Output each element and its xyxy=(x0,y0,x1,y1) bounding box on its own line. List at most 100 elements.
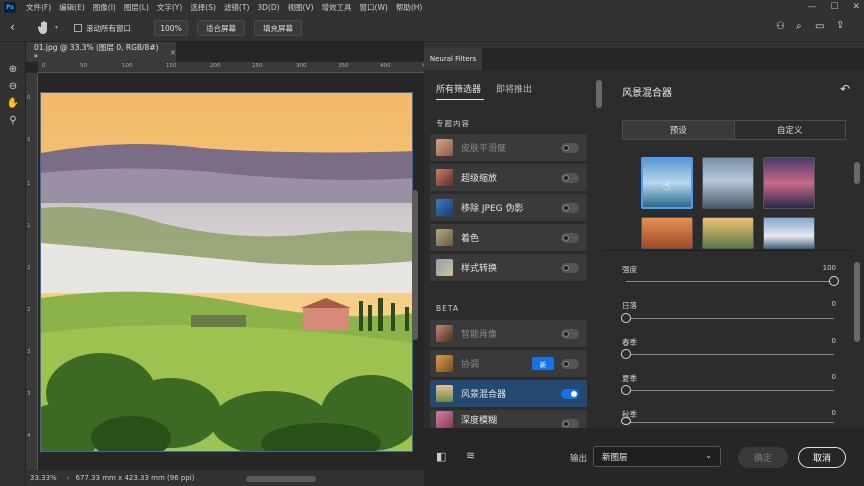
menu-plugins[interactable]: 增效工具 xyxy=(322,2,352,13)
status-chevron-icon[interactable]: › xyxy=(67,474,70,482)
filter-name: 深度模糊 xyxy=(461,415,498,426)
slider-knob-summer[interactable] xyxy=(621,385,631,395)
tab-all-filters[interactable]: 所有筛选器 xyxy=(436,82,481,95)
zoom-out-icon[interactable]: ⊖ xyxy=(5,79,21,93)
filter-depth-blur[interactable]: 深度模糊 xyxy=(430,410,587,428)
filter-skin-smoothing[interactable]: 皮肤平滑度 xyxy=(430,134,587,161)
ruler-label: 150 xyxy=(166,63,177,69)
slider-knob-spring[interactable] xyxy=(621,349,631,359)
tab-coming-soon[interactable]: 即将推出 xyxy=(496,82,532,95)
back-arrow-icon[interactable]: ‹ xyxy=(10,20,15,34)
zoom-100-button[interactable]: 100% xyxy=(154,20,188,36)
search-icon[interactable]: ⌕ xyxy=(796,21,802,32)
fit-screen-button[interactable]: 适合屏幕 xyxy=(197,20,245,36)
canvas-vertical-scrollbar[interactable] xyxy=(412,190,418,340)
filter-name: 超级缩放 xyxy=(461,174,498,184)
menu-edit[interactable]: 编辑(E) xyxy=(59,2,85,13)
presets-scrollbar[interactable] xyxy=(854,162,860,184)
toggle-switch[interactable] xyxy=(561,359,579,369)
filter-style-transfer[interactable]: 样式转换 xyxy=(430,254,587,281)
filter-smart-portrait[interactable]: 智能肖像 xyxy=(430,320,587,347)
tab-custom[interactable]: 自定义 xyxy=(733,121,846,139)
tab-presets[interactable]: 预设 xyxy=(623,121,734,139)
panel-title: 风景混合器 xyxy=(622,88,672,99)
toggle-switch[interactable] xyxy=(561,419,579,428)
vertical-ruler: 0 5 1 1 2 2 3 3 4 xyxy=(26,73,38,483)
slider-track-sunset[interactable] xyxy=(626,318,834,319)
share-icon[interactable]: ⇪ xyxy=(836,20,844,31)
document-tab[interactable]: 01.jpg @ 33.3% (图层 0, RGB/8#) * × xyxy=(26,42,176,62)
slider-track-spring[interactable] xyxy=(626,354,834,355)
preset-thumbnail[interactable]: ☝ xyxy=(641,157,693,209)
sliders-scrollbar[interactable] xyxy=(854,262,860,342)
menu-layer[interactable]: 图层(L) xyxy=(124,2,149,13)
close-tab-icon[interactable]: × xyxy=(170,48,176,57)
filter-landscape-mixer[interactable]: 风景混合器 xyxy=(430,380,587,407)
reset-icon[interactable]: ↶ xyxy=(840,82,850,96)
menu-window[interactable]: 窗口(W) xyxy=(360,2,388,13)
cancel-button[interactable]: 取消 xyxy=(798,447,846,468)
output-select[interactable]: 新图层 ⌄ xyxy=(593,446,721,467)
filter-jpeg-artifacts[interactable]: 移除 JPEG 伪影 xyxy=(430,194,587,221)
toggle-switch[interactable] xyxy=(561,233,579,243)
share-user-icon[interactable]: ⚇ xyxy=(776,21,785,32)
slider-knob-strength[interactable] xyxy=(829,276,839,286)
scroll-all-checkbox[interactable] xyxy=(74,24,82,32)
harmonization-thumb-icon xyxy=(436,355,453,372)
fill-screen-button[interactable]: 填充屏幕 xyxy=(254,20,302,36)
toggle-switch[interactable] xyxy=(561,329,579,339)
canvas-image[interactable] xyxy=(40,92,413,452)
canvas-horizontal-scrollbar[interactable] xyxy=(246,476,316,482)
slider-track-strength[interactable] xyxy=(626,281,834,282)
hand-icon[interactable]: ✋ xyxy=(5,96,21,110)
compare-icon[interactable]: ◧ xyxy=(436,450,446,463)
workspace-icon[interactable]: ▭ xyxy=(815,21,824,32)
slider-knob-autumn[interactable] xyxy=(621,417,631,425)
menu-help[interactable]: 帮助(H) xyxy=(396,2,423,13)
filter-super-zoom[interactable]: 超级缩放 xyxy=(430,164,587,191)
preset-thumbnail[interactable] xyxy=(763,217,815,249)
toggle-switch[interactable] xyxy=(561,263,579,273)
layers-icon[interactable]: ≋ xyxy=(466,449,475,462)
toggle-switch[interactable] xyxy=(561,173,579,183)
filter-harmonization[interactable]: 协调 新 xyxy=(430,350,587,377)
filter-list-scrollbar[interactable] xyxy=(596,80,602,108)
neural-filters-footer: ◧ ≋ 输出 新图层 ⌄ 确定 取消 xyxy=(424,428,864,486)
menu-image[interactable]: 图像(I) xyxy=(93,2,116,13)
chevron-down-icon[interactable]: ▾ xyxy=(55,24,58,31)
toggle-switch-on[interactable] xyxy=(561,389,579,399)
close-window-icon[interactable]: ✕ xyxy=(852,2,860,12)
slider-label-spring: 春季 xyxy=(622,338,637,347)
menu-type[interactable]: 文字(Y) xyxy=(157,2,182,13)
minimize-icon[interactable]: — xyxy=(807,2,816,12)
preset-thumbnail[interactable] xyxy=(641,217,693,249)
scroll-all-label: 滚动所有窗口 xyxy=(86,24,131,33)
hand-tool-icon[interactable] xyxy=(38,21,50,35)
toggle-switch[interactable] xyxy=(561,143,579,153)
menu-file[interactable]: 文件(F) xyxy=(26,2,51,13)
filter-name: 智能肖像 xyxy=(461,330,498,340)
zoom-in-icon[interactable]: ⊕ xyxy=(5,62,21,76)
document-title: 01.jpg @ 33.3% (图层 0, RGB/8#) * xyxy=(34,43,159,62)
preset-thumbnail[interactable] xyxy=(702,217,754,249)
ok-button[interactable]: 确定 xyxy=(738,447,788,468)
menu-filter[interactable]: 滤镜(T) xyxy=(224,2,249,13)
menu-view[interactable]: 视图(V) xyxy=(288,2,314,13)
toggle-switch[interactable] xyxy=(561,203,579,213)
ruler-label: 1 xyxy=(27,223,31,229)
maximize-icon[interactable]: ☐ xyxy=(830,2,838,12)
zoom-tool-icon[interactable]: ⚲ xyxy=(5,113,21,127)
slider-knob-sunset[interactable] xyxy=(621,313,631,323)
divider xyxy=(604,250,854,251)
ruler-label: 250 xyxy=(252,63,263,69)
slider-track-autumn[interactable] xyxy=(626,422,834,423)
menu-select[interactable]: 选择(S) xyxy=(190,2,216,13)
preset-thumbnail[interactable] xyxy=(763,157,815,209)
landscape-mixer-panel: 风景混合器 ↶ 预设 自定义 ☝ 强度 100 日落 0 春季 0 夏季 0 秋… xyxy=(604,70,864,428)
neural-filters-tab[interactable]: Neural Filters xyxy=(424,48,482,70)
skin-smoothing-thumb-icon xyxy=(436,139,453,156)
slider-track-summer[interactable] xyxy=(626,390,834,391)
filter-colorize[interactable]: 着色 xyxy=(430,224,587,251)
preset-thumbnail[interactable] xyxy=(702,157,754,209)
menu-3d[interactable]: 3D(D) xyxy=(257,3,279,12)
